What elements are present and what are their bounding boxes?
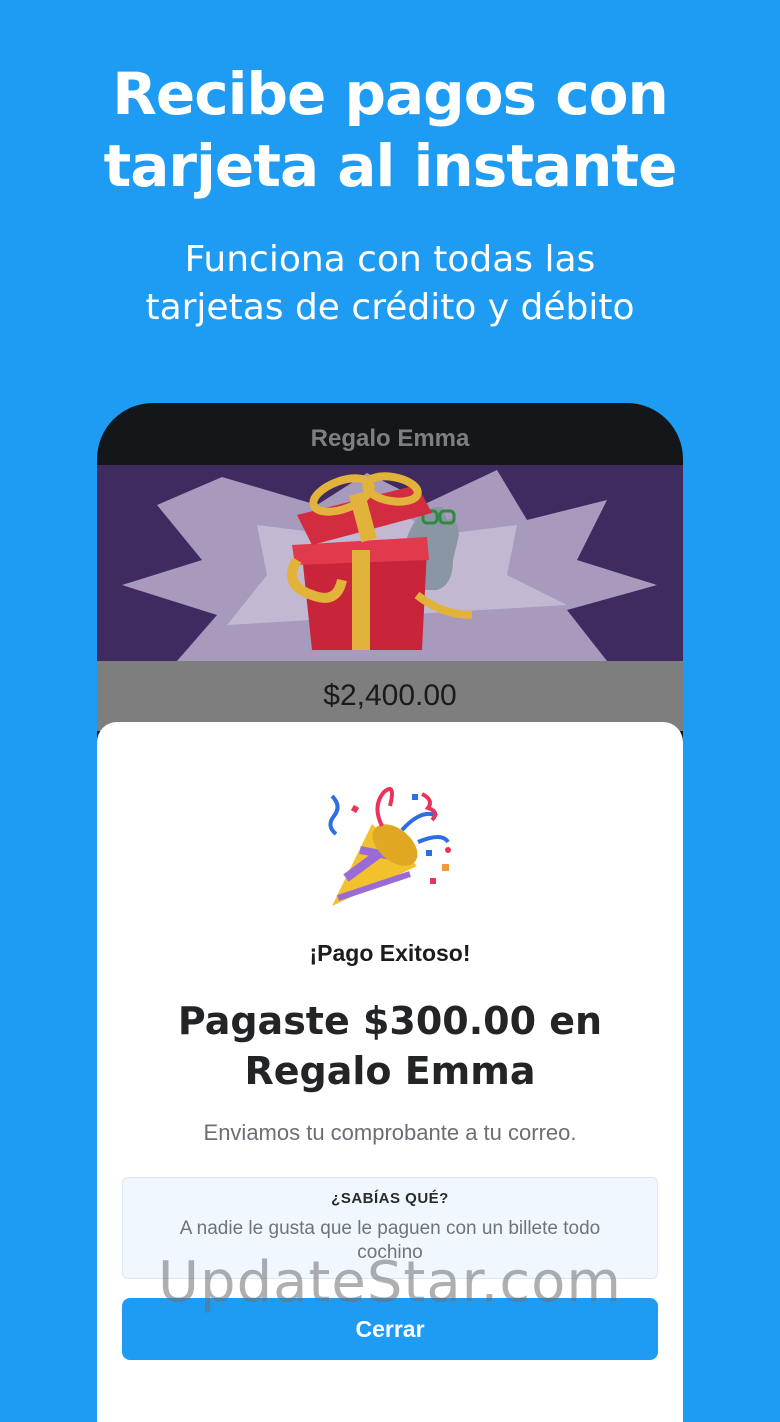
headline-line-2: tarjeta al instante [0,130,780,202]
success-modal: ¡Pago Exitoso! Pagaste $300.00 en Regalo… [97,722,683,1422]
gift-box-illustration [97,465,683,661]
payment-message-line-2: Regalo Emma [97,1046,683,1096]
payment-status: ¡Pago Exitoso! [97,940,683,967]
headline-line-1: Recibe pagos con [0,58,780,130]
receipt-note: Enviamos tu comprobante a tu correo. [97,1120,683,1146]
watermark: UpdateStar.com [0,1250,780,1315]
subhead-line-1: Funciona con todas las [0,236,780,284]
party-popper-icon [322,786,458,916]
payment-message-line-1: Pagaste $300.00 en [97,996,683,1046]
tip-title: ¿SABÍAS QUÉ? [123,1190,657,1207]
subhead-line-2: tarjetas de crédito y débito [0,284,780,332]
collected-amount: $2,400.00 [97,661,683,731]
gift-hero [97,465,683,661]
payment-message: Pagaste $300.00 en Regalo Emma [97,996,683,1096]
phone-title: Regalo Emma [97,403,683,467]
promo-headline: Recibe pagos con tarjeta al instante [0,58,780,202]
promo-subhead: Funciona con todas las tarjetas de crédi… [0,236,780,332]
